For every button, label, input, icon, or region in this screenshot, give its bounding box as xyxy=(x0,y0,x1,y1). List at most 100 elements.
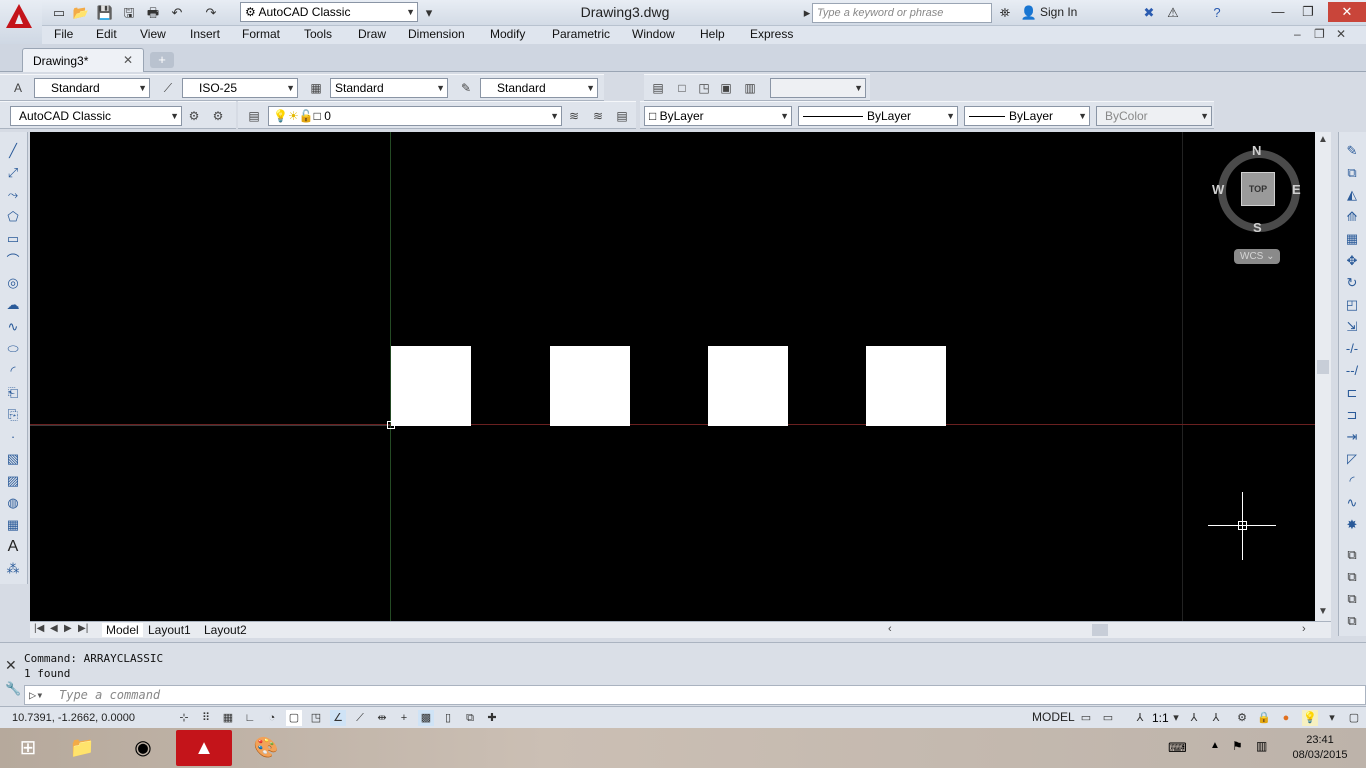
drawing-canvas[interactable]: TOP N S E W WCS ⌄ xyxy=(30,132,1315,621)
linetype-combo[interactable]: ByLayer ▼ xyxy=(798,106,958,126)
toolbar-lock-icon[interactable]: 🔒 xyxy=(1256,710,1272,726)
autodesk-360-icon[interactable]: ⚠ xyxy=(1164,4,1182,22)
chamfer-icon[interactable]: ◸ xyxy=(1343,450,1361,468)
plot-style-combo[interactable]: ByColor ▼ xyxy=(1096,106,1212,126)
menu-view[interactable]: View xyxy=(140,27,166,41)
chevron-down-icon[interactable]: ▾ xyxy=(1168,710,1184,726)
previous-layout-icon[interactable]: ◀ xyxy=(50,623,58,634)
flag-icon[interactable]: ⚑ xyxy=(1232,739,1243,753)
draw-order-back-icon[interactable]: ⧉ xyxy=(1343,568,1361,586)
binoculars-icon[interactable]: ⛯ xyxy=(996,4,1014,22)
lineweight-combo[interactable]: ByLayer ▼ xyxy=(964,106,1090,126)
menu-format[interactable]: Format xyxy=(242,27,280,41)
scroll-down-icon[interactable]: ▼ xyxy=(1318,606,1328,617)
selection-cycling-icon[interactable]: ⧉ xyxy=(462,710,478,726)
multileader-style-combo[interactable]: Standard ▼ xyxy=(480,78,598,98)
rectangle-object[interactable] xyxy=(866,346,946,426)
compass-west[interactable]: W xyxy=(1212,182,1224,197)
stretch-icon[interactable]: ⇲ xyxy=(1343,318,1361,336)
layer-states-icon[interactable]: ▤ xyxy=(614,108,630,124)
convert-viewport-icon[interactable]: ▣ xyxy=(718,80,734,96)
polyline-icon[interactable]: ⤳ xyxy=(4,186,22,204)
rectangle-object[interactable] xyxy=(550,346,630,426)
doc-close-icon[interactable]: ✕ xyxy=(1336,27,1346,41)
insert-block-icon[interactable]: ⎗ xyxy=(4,384,22,402)
compass-east[interactable]: E xyxy=(1292,182,1301,197)
horizontal-scroll-thumb[interactable] xyxy=(1092,624,1108,636)
draw-order-front-icon[interactable]: ⧉ xyxy=(1343,546,1361,564)
line-icon[interactable]: ╱ xyxy=(4,142,22,160)
auto-scale-icon[interactable]: ⅄ xyxy=(1208,710,1224,726)
single-viewport-icon[interactable]: □ xyxy=(674,80,690,96)
annotation-scale-icon[interactable]: ⅄ xyxy=(1132,710,1148,726)
rectangle-object[interactable] xyxy=(391,346,471,426)
rectangle-object[interactable] xyxy=(708,346,788,426)
dynamic-input-icon[interactable]: ⇹ xyxy=(374,710,390,726)
table-style-combo[interactable]: Standard ▼ xyxy=(330,78,448,98)
rectangle-icon[interactable]: ▭ xyxy=(4,230,22,248)
vertical-scroll-thumb[interactable] xyxy=(1317,360,1329,374)
text-style-combo[interactable]: Standard ▼ xyxy=(34,78,150,98)
3d-object-snap-icon[interactable]: ◳ xyxy=(308,710,324,726)
workspace-combo[interactable]: ⚙ AutoCAD Classic ▼ xyxy=(240,2,418,22)
command-prompt-icon[interactable]: ▷▾ xyxy=(29,686,43,704)
save-icon[interactable]: 💾 xyxy=(96,4,114,22)
multileader-style-icon[interactable]: ✎ xyxy=(458,80,474,96)
object-snap-icon[interactable]: ▢ xyxy=(286,710,302,726)
annotation-monitor-icon[interactable]: ✚ xyxy=(484,710,500,726)
coordinates-readout[interactable]: 10.7391, -1.2662, 0.0000 xyxy=(12,712,135,724)
next-layout-icon[interactable]: ▶ xyxy=(64,623,72,634)
doc-restore-icon[interactable]: ❐ xyxy=(1314,27,1325,41)
polar-tracking-icon[interactable]: ◔ xyxy=(264,710,280,726)
bring-above-icon[interactable]: ⧉ xyxy=(1343,590,1361,608)
rotate-icon[interactable]: ↻ xyxy=(1343,274,1361,292)
model-space-button[interactable]: MODEL xyxy=(1032,710,1075,724)
layer-combo[interactable]: 💡☀🔓□ 0 ▼ xyxy=(268,106,562,126)
menu-modify[interactable]: Modify xyxy=(490,27,525,41)
tab-drawing3[interactable]: Drawing3* ✕ xyxy=(22,48,144,72)
paint-icon[interactable]: 🎨 xyxy=(238,730,294,766)
workspace-switching-icon[interactable]: ⚙ xyxy=(1234,710,1250,726)
compass-north[interactable]: N xyxy=(1252,143,1261,158)
undo-icon[interactable]: ↶ xyxy=(168,4,186,22)
open-icon[interactable]: 📂 xyxy=(72,4,90,22)
application-menu-button[interactable] xyxy=(0,0,42,44)
extend-icon[interactable]: --/ xyxy=(1343,362,1361,380)
menu-express[interactable]: Express xyxy=(750,27,793,41)
break-at-point-icon[interactable]: ⊏ xyxy=(1343,384,1361,402)
clip-viewport-icon[interactable]: ▥ xyxy=(742,80,758,96)
isolate-objects-icon[interactable]: 💡 xyxy=(1302,710,1318,726)
clean-screen-icon[interactable]: ▢ xyxy=(1346,710,1362,726)
windows-start-icon[interactable]: ⊞ xyxy=(0,730,56,766)
workspace-settings-icon[interactable]: ⚙ xyxy=(186,108,202,124)
mirror-icon[interactable]: ◭ xyxy=(1343,186,1361,204)
show-hidden-icons-icon[interactable]: ▲ xyxy=(1210,740,1220,751)
menu-file[interactable]: File xyxy=(54,27,73,41)
file-explorer-icon[interactable]: 📁 xyxy=(54,730,110,766)
scroll-left-icon[interactable]: ‹ xyxy=(888,623,892,635)
chrome-icon[interactable]: ◉ xyxy=(115,730,171,766)
menu-parametric[interactable]: Parametric xyxy=(552,27,610,41)
status-menu-icon[interactable]: ▾ xyxy=(1324,710,1340,726)
polygonal-viewport-icon[interactable]: ◳ xyxy=(696,80,712,96)
point-icon[interactable]: · xyxy=(4,428,22,446)
tab-layout2[interactable]: Layout2 xyxy=(204,623,247,637)
save-as-icon[interactable]: 🖫 xyxy=(120,4,138,22)
viewport-scale-combo[interactable]: ▼ xyxy=(770,78,866,98)
region-icon[interactable]: ◍ xyxy=(4,494,22,512)
vertical-scrollbar[interactable]: ▲ ▼ xyxy=(1315,132,1331,621)
array-icon[interactable]: ▦ xyxy=(1343,230,1361,248)
plot-icon[interactable]: 🖶 xyxy=(144,4,162,22)
annotation-visibility-icon[interactable]: ⅄ xyxy=(1186,710,1202,726)
join-icon[interactable]: ⇥ xyxy=(1343,428,1361,446)
menu-help[interactable]: Help xyxy=(700,27,725,41)
grid-display-icon[interactable]: ▦ xyxy=(220,710,236,726)
quick-access-dropdown-icon[interactable]: ▾ xyxy=(420,4,438,22)
add-selected-icon[interactable]: ⁂ xyxy=(4,560,22,578)
arc-icon[interactable]: ⌒ xyxy=(4,252,22,270)
network-icon[interactable]: ▥ xyxy=(1256,739,1267,753)
table-style-icon[interactable]: ▦ xyxy=(308,80,324,96)
dimension-style-combo[interactable]: ISO-25 ▼ xyxy=(182,78,298,98)
help-icon[interactable]: ? xyxy=(1208,4,1226,22)
menu-window[interactable]: Window xyxy=(632,27,675,41)
